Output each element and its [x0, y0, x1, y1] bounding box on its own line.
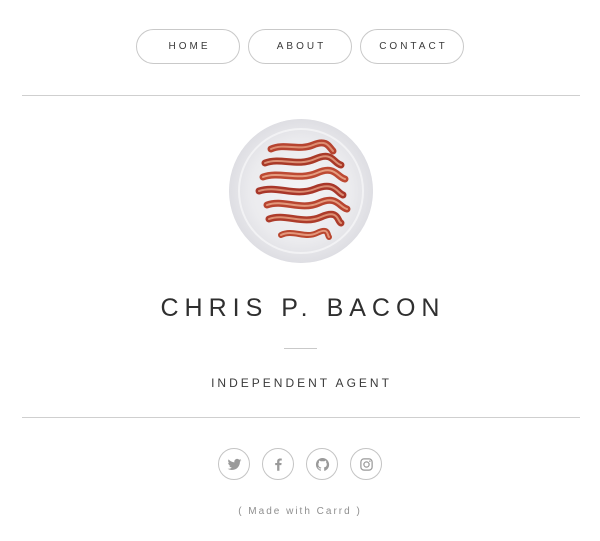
nav-contact-label: CONTACT: [379, 41, 448, 52]
avatar: [229, 119, 373, 263]
twitter-icon: [227, 458, 241, 470]
github-icon: [315, 457, 329, 471]
top-nav: HOME ABOUT CONTACT: [0, 29, 600, 64]
social-links: [0, 448, 600, 480]
nav-about-button[interactable]: ABOUT: [248, 29, 352, 64]
nav-contact-button[interactable]: CONTACT: [360, 29, 464, 64]
twitter-link[interactable]: [218, 448, 250, 480]
facebook-icon: [274, 458, 282, 471]
profile-tagline-text: INDEPENDENT AGENT: [211, 376, 392, 390]
profile-name-text: CHRIS P. BACON: [160, 294, 446, 322]
profile-name: CHRIS P. BACON: [0, 294, 600, 323]
top-divider: [22, 95, 580, 96]
bottom-divider: [22, 417, 580, 418]
nav-about-label: ABOUT: [276, 41, 327, 52]
instagram-link[interactable]: [350, 448, 382, 480]
github-link[interactable]: [306, 448, 338, 480]
nav-home-label: HOME: [168, 41, 211, 52]
made-with-carrd-link[interactable]: ( Made with Carrd ): [0, 506, 600, 517]
bacon-plate-photo: [229, 119, 373, 263]
facebook-link[interactable]: [262, 448, 294, 480]
profile-tagline: INDEPENDENT AGENT: [0, 376, 600, 390]
footer-text: ( Made with Carrd ): [238, 506, 362, 517]
nav-home-button[interactable]: HOME: [136, 29, 240, 64]
instagram-icon: [359, 457, 373, 471]
name-divider: [284, 348, 317, 349]
